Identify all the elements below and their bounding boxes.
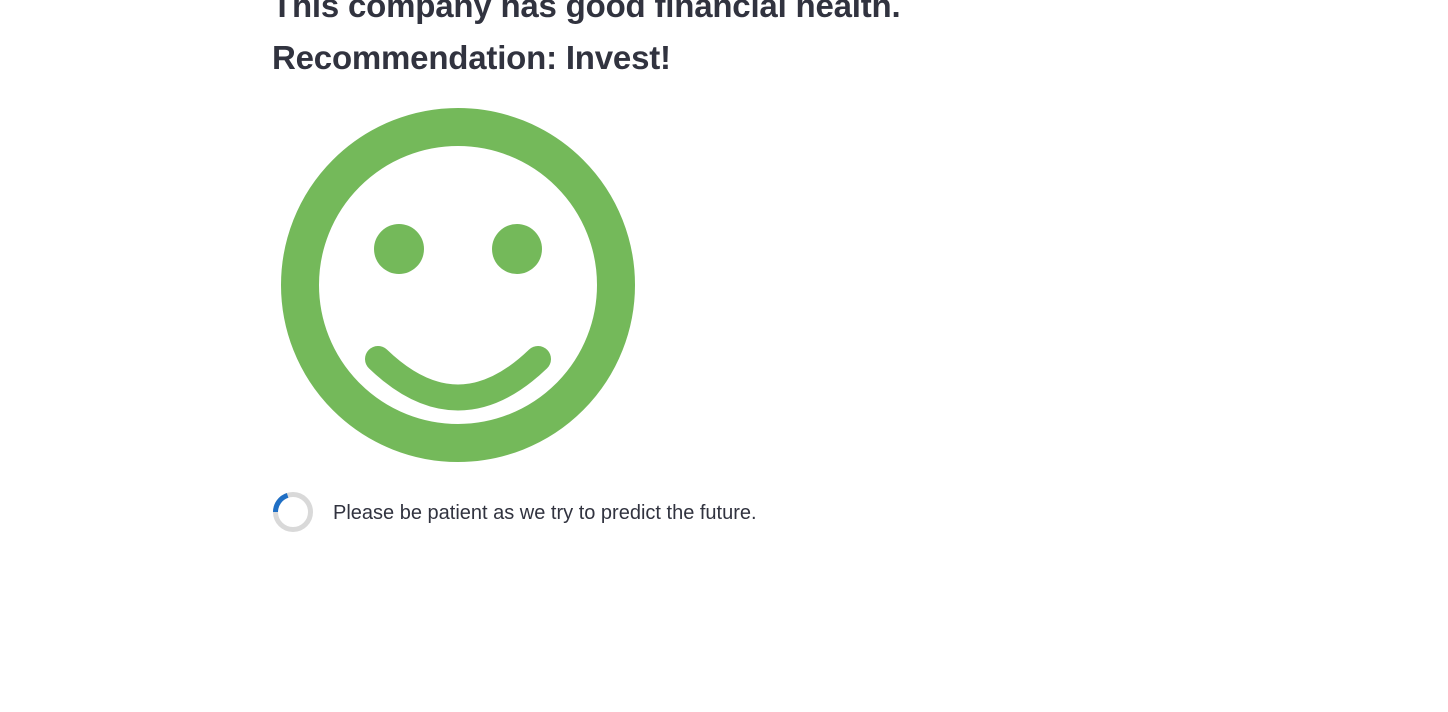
- smile-mouth: [365, 346, 551, 411]
- app-main: This company has good financial health. …: [0, 0, 1448, 712]
- loading-spinner-icon: [272, 491, 314, 533]
- left-eye: [374, 224, 424, 274]
- recommendation-headline: This company has good financial health. …: [272, 0, 901, 76]
- loading-message: Please be patient as we try to predict t…: [333, 502, 757, 524]
- spinner-arc: [273, 493, 289, 513]
- right-eye: [492, 224, 542, 274]
- smiley-face-icon: [280, 106, 638, 464]
